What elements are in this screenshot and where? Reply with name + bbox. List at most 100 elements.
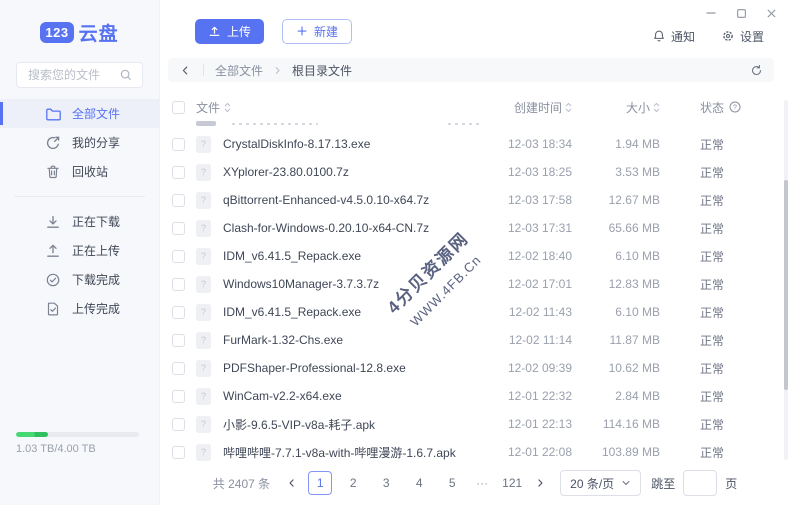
sort-icon[interactable] <box>565 102 572 113</box>
column-header-size[interactable]: 大小 <box>626 99 650 116</box>
file-row[interactable]: ? XYplorer-23.80.0100.7z 12-03 18:25 3.5… <box>160 158 790 186</box>
row-checkbox[interactable] <box>172 446 185 459</box>
row-checkbox[interactable] <box>172 306 185 319</box>
file-size: 103.89 MB <box>572 445 660 459</box>
file-status: 正常 <box>700 276 760 293</box>
file-name[interactable]: Windows10Manager-3.7.3.7z <box>223 277 457 291</box>
maximize-button[interactable] <box>734 6 748 20</box>
file-name[interactable]: PDFShaper-Professional-12.8.exe <box>223 361 457 375</box>
file-row[interactable]: ? 哔哩哔哩-7.7.1-v8a-with-哔哩漫游-1.6.7.apk 12-… <box>160 438 790 461</box>
page-button-1[interactable]: 1 <box>308 471 332 495</box>
file-created: 12-02 18:40 <box>457 249 572 263</box>
row-checkbox[interactable] <box>172 138 185 151</box>
file-name[interactable]: Clash-for-Windows-0.20.10-x64-CN.7z <box>223 221 457 235</box>
prev-page-button[interactable] <box>282 477 302 489</box>
file-row[interactable]: ? PDFShaper-Professional-12.8.exe 12-02 … <box>160 354 790 382</box>
column-header-created[interactable]: 创建时间 <box>514 99 562 116</box>
file-name[interactable]: 小影-9.6.5-VIP-v8a-耗子.apk <box>223 416 457 433</box>
sort-icon[interactable] <box>224 102 231 113</box>
file-type-icon: ? <box>196 444 211 461</box>
sort-icon[interactable] <box>653 102 660 113</box>
page-button-5[interactable]: 5 <box>440 471 464 495</box>
scrollbar[interactable] <box>784 100 788 460</box>
file-name[interactable]: WinCam-v2.2-x64.exe <box>223 389 457 403</box>
storage-usage-text: 1.03 TB/4.00 TB <box>16 443 139 455</box>
sidebar-item-label: 我的分享 <box>72 134 120 151</box>
file-status: 正常 <box>700 164 760 181</box>
file-created: 12-03 17:31 <box>457 221 572 235</box>
file-row[interactable]: ? CrystalDiskInfo-8.17.13.exe 12-03 18:3… <box>160 130 790 158</box>
pagination-ellipsis: ··· <box>473 476 491 490</box>
file-status: 正常 <box>700 304 760 321</box>
sidebar-item-downloading[interactable]: 正在下载 <box>0 207 159 236</box>
create-button-label: 新建 <box>314 23 338 40</box>
file-row[interactable]: ? FurMark-1.32-Chs.exe 12-02 11:14 11.87… <box>160 326 790 354</box>
row-checkbox[interactable] <box>172 278 185 291</box>
row-checkbox[interactable] <box>172 166 185 179</box>
file-created: 12-02 17:01 <box>457 277 572 291</box>
search-icon[interactable] <box>119 68 133 82</box>
jump-page-input[interactable] <box>683 470 717 496</box>
file-name[interactable]: 哔哩哔哩-7.7.1-v8a-with-哔哩漫游-1.6.7.apk <box>223 444 457 461</box>
upload-button[interactable]: 上传 <box>195 19 264 44</box>
file-created: 12-03 18:25 <box>457 165 572 179</box>
file-created: 12-03 18:34 <box>457 137 572 151</box>
settings-button[interactable]: 设置 <box>721 28 764 45</box>
file-name[interactable]: CrystalDiskInfo-8.17.13.exe <box>223 137 457 151</box>
file-row[interactable]: ? IDM_v6.41.5_Repack.exe 12-02 11:43 6.1… <box>160 298 790 326</box>
refresh-button[interactable] <box>750 64 763 77</box>
file-status: 正常 <box>700 388 760 405</box>
search-input[interactable] <box>26 67 119 83</box>
file-name[interactable]: IDM_v6.41.5_Repack.exe <box>223 305 457 319</box>
minimize-button[interactable] <box>704 6 718 20</box>
sidebar-item-download-done[interactable]: 下载完成 <box>0 265 159 294</box>
next-page-button[interactable] <box>530 477 550 489</box>
back-button[interactable] <box>179 64 192 77</box>
notifications-button[interactable]: 通知 <box>652 28 695 45</box>
file-type-icon: ? <box>196 360 211 377</box>
row-checkbox[interactable] <box>172 362 185 375</box>
create-button[interactable]: 新建 <box>282 19 352 44</box>
chevron-down-icon <box>621 478 631 488</box>
file-name[interactable]: IDM_v6.41.5_Repack.exe <box>223 249 457 263</box>
sidebar-item-my-shares[interactable]: 我的分享 <box>0 128 159 157</box>
storage-fill <box>16 432 48 437</box>
column-header-file[interactable]: 文件 <box>196 99 220 116</box>
file-row[interactable]: ? qBittorrent-Enhanced-v4.5.0.10-x64.7z … <box>160 186 790 214</box>
row-checkbox[interactable] <box>172 418 185 431</box>
file-table-header: 文件 创建时间 大小 状态 ? <box>160 94 790 120</box>
page-button-4[interactable]: 4 <box>407 471 431 495</box>
close-button[interactable] <box>764 6 778 20</box>
page-button-121[interactable]: 121 <box>500 471 524 495</box>
file-row[interactable]: ? WinCam-v2.2-x64.exe 12-01 22:32 2.84 M… <box>160 382 790 410</box>
sidebar-item-recycle-bin[interactable]: 回收站 <box>0 157 159 186</box>
file-row[interactable]: ? IDM_v6.41.5_Repack.exe 12-02 18:40 6.1… <box>160 242 790 270</box>
question-circle-icon[interactable]: ? <box>729 101 741 113</box>
file-row[interactable]: ? Clash-for-Windows-0.20.10-x64-CN.7z 12… <box>160 214 790 242</box>
row-checkbox[interactable] <box>172 222 185 235</box>
sidebar-item-upload-done[interactable]: 上传完成 <box>0 294 159 323</box>
scrollbar-thumb[interactable] <box>784 180 788 390</box>
file-name[interactable]: FurMark-1.32-Chs.exe <box>223 333 457 347</box>
breadcrumb-item-root[interactable]: 全部文件 <box>215 62 263 79</box>
file-size: 6.10 MB <box>572 305 660 319</box>
chevron-right-icon <box>272 65 283 76</box>
sidebar-item-all-files[interactable]: 全部文件 <box>0 99 159 128</box>
row-checkbox[interactable] <box>172 194 185 207</box>
page-size-select[interactable]: 20 条/页 <box>560 470 641 496</box>
file-size: 11.87 MB <box>572 333 660 347</box>
sidebar-item-label: 上传完成 <box>72 300 120 317</box>
file-row[interactable]: ? 小影-9.6.5-VIP-v8a-耗子.apk 12-01 22:13 11… <box>160 410 790 438</box>
upload-button-label: 上传 <box>227 23 251 40</box>
search-box[interactable] <box>16 62 143 88</box>
row-checkbox[interactable] <box>172 334 185 347</box>
file-name[interactable]: XYplorer-23.80.0100.7z <box>223 165 457 179</box>
row-checkbox[interactable] <box>172 390 185 403</box>
file-name[interactable]: qBittorrent-Enhanced-v4.5.0.10-x64.7z <box>223 193 457 207</box>
row-checkbox[interactable] <box>172 250 185 263</box>
page-button-2[interactable]: 2 <box>341 471 365 495</box>
sidebar-item-uploading[interactable]: 正在上传 <box>0 236 159 265</box>
file-row[interactable]: ? Windows10Manager-3.7.3.7z 12-02 17:01 … <box>160 270 790 298</box>
select-all-checkbox[interactable] <box>172 101 185 114</box>
page-button-3[interactable]: 3 <box>374 471 398 495</box>
